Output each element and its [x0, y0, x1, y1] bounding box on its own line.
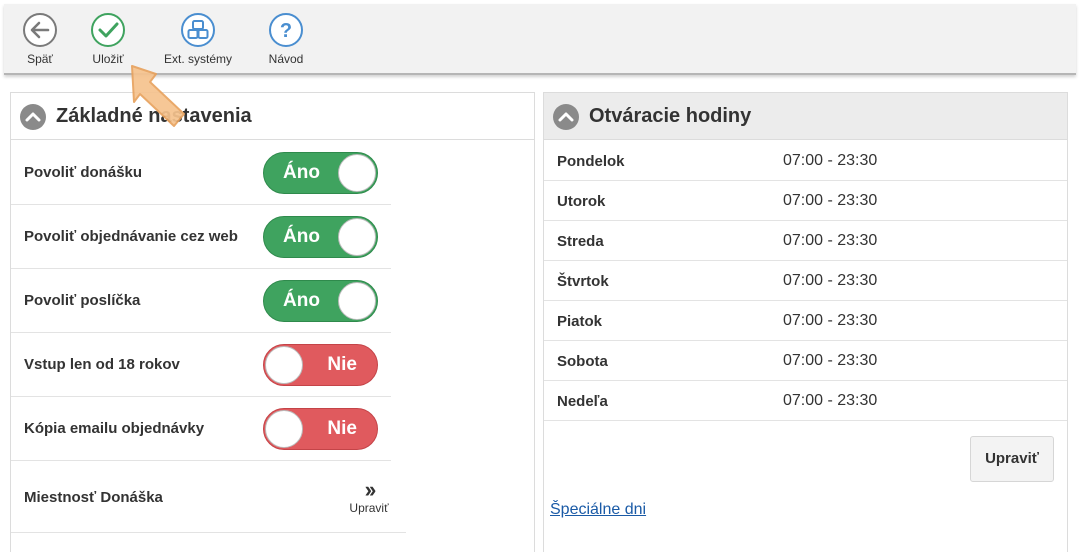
question-icon: ? [269, 13, 303, 47]
web-orders-toggle[interactable]: Áno [263, 216, 378, 258]
toggle-state: Áno [283, 226, 320, 247]
edit-hours-button[interactable]: Upraviť [970, 436, 1054, 482]
setting-label: Kópia emailu objednávky [24, 420, 205, 437]
toggle-state: Nie [327, 418, 357, 439]
toggle-state: Nie [327, 354, 357, 375]
hours-time: 07:00 - 23:30 [783, 392, 878, 409]
opening-hours-panel: Otváracie hodiny Pondelok 07:00 - 23:30 … [543, 92, 1068, 552]
toggle-knob [338, 218, 376, 256]
hours-time: 07:00 - 23:30 [783, 192, 878, 209]
chevron-up-icon[interactable] [553, 104, 579, 130]
pointer-arrow-icon [131, 65, 185, 127]
hours-day: Piatok [557, 313, 603, 330]
hours-row: Pondelok 07:00 - 23:30 [544, 141, 1067, 181]
hours-row: Piatok 07:00 - 23:30 [544, 301, 1067, 341]
toggle-knob [338, 154, 376, 192]
chevron-up-icon[interactable] [20, 104, 46, 130]
back-button[interactable]: Späť [18, 12, 62, 72]
courier-toggle[interactable]: Áno [263, 280, 378, 322]
toggle-state: Áno [283, 290, 320, 311]
hours-row: Streda 07:00 - 23:30 [544, 221, 1067, 261]
toggle-knob [338, 282, 376, 320]
hours-day: Utorok [557, 193, 606, 210]
special-days-link[interactable]: Špeciálne dni [550, 501, 646, 519]
hours-row: Sobota 07:00 - 23:30 [544, 341, 1067, 381]
email-copy-toggle[interactable]: Nie [263, 408, 378, 450]
app-root: Späť Uložiť Ext. systémy ? Návod Základn… [0, 0, 1085, 552]
toggle-state: Áno [283, 162, 320, 183]
delivery-toggle[interactable]: Áno [263, 152, 378, 194]
hours-time: 07:00 - 23:30 [783, 312, 878, 329]
save-button[interactable]: Uložiť [86, 12, 130, 72]
hours-day: Štvrtok [557, 273, 609, 290]
toggle-knob [265, 346, 303, 384]
hours-day: Nedeľa [557, 393, 608, 410]
setting-row-web-orders: Povoliť objednávanie cez web Áno [11, 205, 391, 269]
delivery-room-edit-label: Upraviť [349, 501, 389, 515]
opening-hours-title: Otváracie hodiny [589, 105, 752, 127]
hours-time: 07:00 - 23:30 [783, 272, 878, 289]
basic-settings-header: Základné nastavenia [11, 93, 534, 140]
opening-hours-header: Otváracie hodiny [544, 93, 1067, 140]
age-18-toggle[interactable]: Nie [263, 344, 378, 386]
setting-row-email-copy: Kópia emailu objednávky Nie [11, 397, 391, 461]
double-chevron-right-icon: ›› [364, 477, 377, 502]
delivery-room-label: Miestnosť Donáška [24, 489, 163, 506]
svg-text:?: ? [280, 20, 292, 42]
hours-day: Pondelok [557, 153, 625, 170]
setting-label: Povoliť objednávanie cez web [24, 228, 238, 245]
blocks-icon [181, 13, 215, 47]
setting-label: Povoliť donášku [24, 164, 143, 181]
hours-day: Streda [557, 233, 604, 250]
basic-settings-panel: Základné nastavenia Povoliť donášku Áno … [10, 92, 535, 552]
back-label: Späť [27, 52, 53, 66]
hours-day: Sobota [557, 353, 608, 370]
toggle-knob [265, 410, 303, 448]
hours-time: 07:00 - 23:30 [783, 352, 878, 369]
hours-row: Štvrtok 07:00 - 23:30 [544, 261, 1067, 301]
help-button[interactable]: ? Návod [262, 12, 310, 72]
delivery-room-edit-button[interactable]: ›› Upraviť [347, 477, 391, 516]
arrow-left-icon [23, 13, 57, 47]
setting-label: Vstup len od 18 rokov [24, 356, 180, 373]
save-label: Uložiť [92, 52, 124, 66]
setting-label: Povoliť poslíčka [24, 292, 141, 309]
hours-row: Utorok 07:00 - 23:30 [544, 181, 1067, 221]
setting-row-courier: Povoliť poslíčka Áno [11, 269, 391, 333]
hours-row: Nedeľa 07:00 - 23:30 [544, 381, 1067, 421]
hours-time: 07:00 - 23:30 [783, 152, 878, 169]
hours-time: 07:00 - 23:30 [783, 232, 878, 249]
check-icon [91, 13, 125, 47]
setting-row-age-18: Vstup len od 18 rokov Nie [11, 333, 391, 397]
delivery-room-row: Miestnosť Donáška ›› Upraviť [11, 461, 406, 533]
setting-row-delivery: Povoliť donášku Áno [11, 141, 391, 205]
help-label: Návod [268, 52, 304, 66]
